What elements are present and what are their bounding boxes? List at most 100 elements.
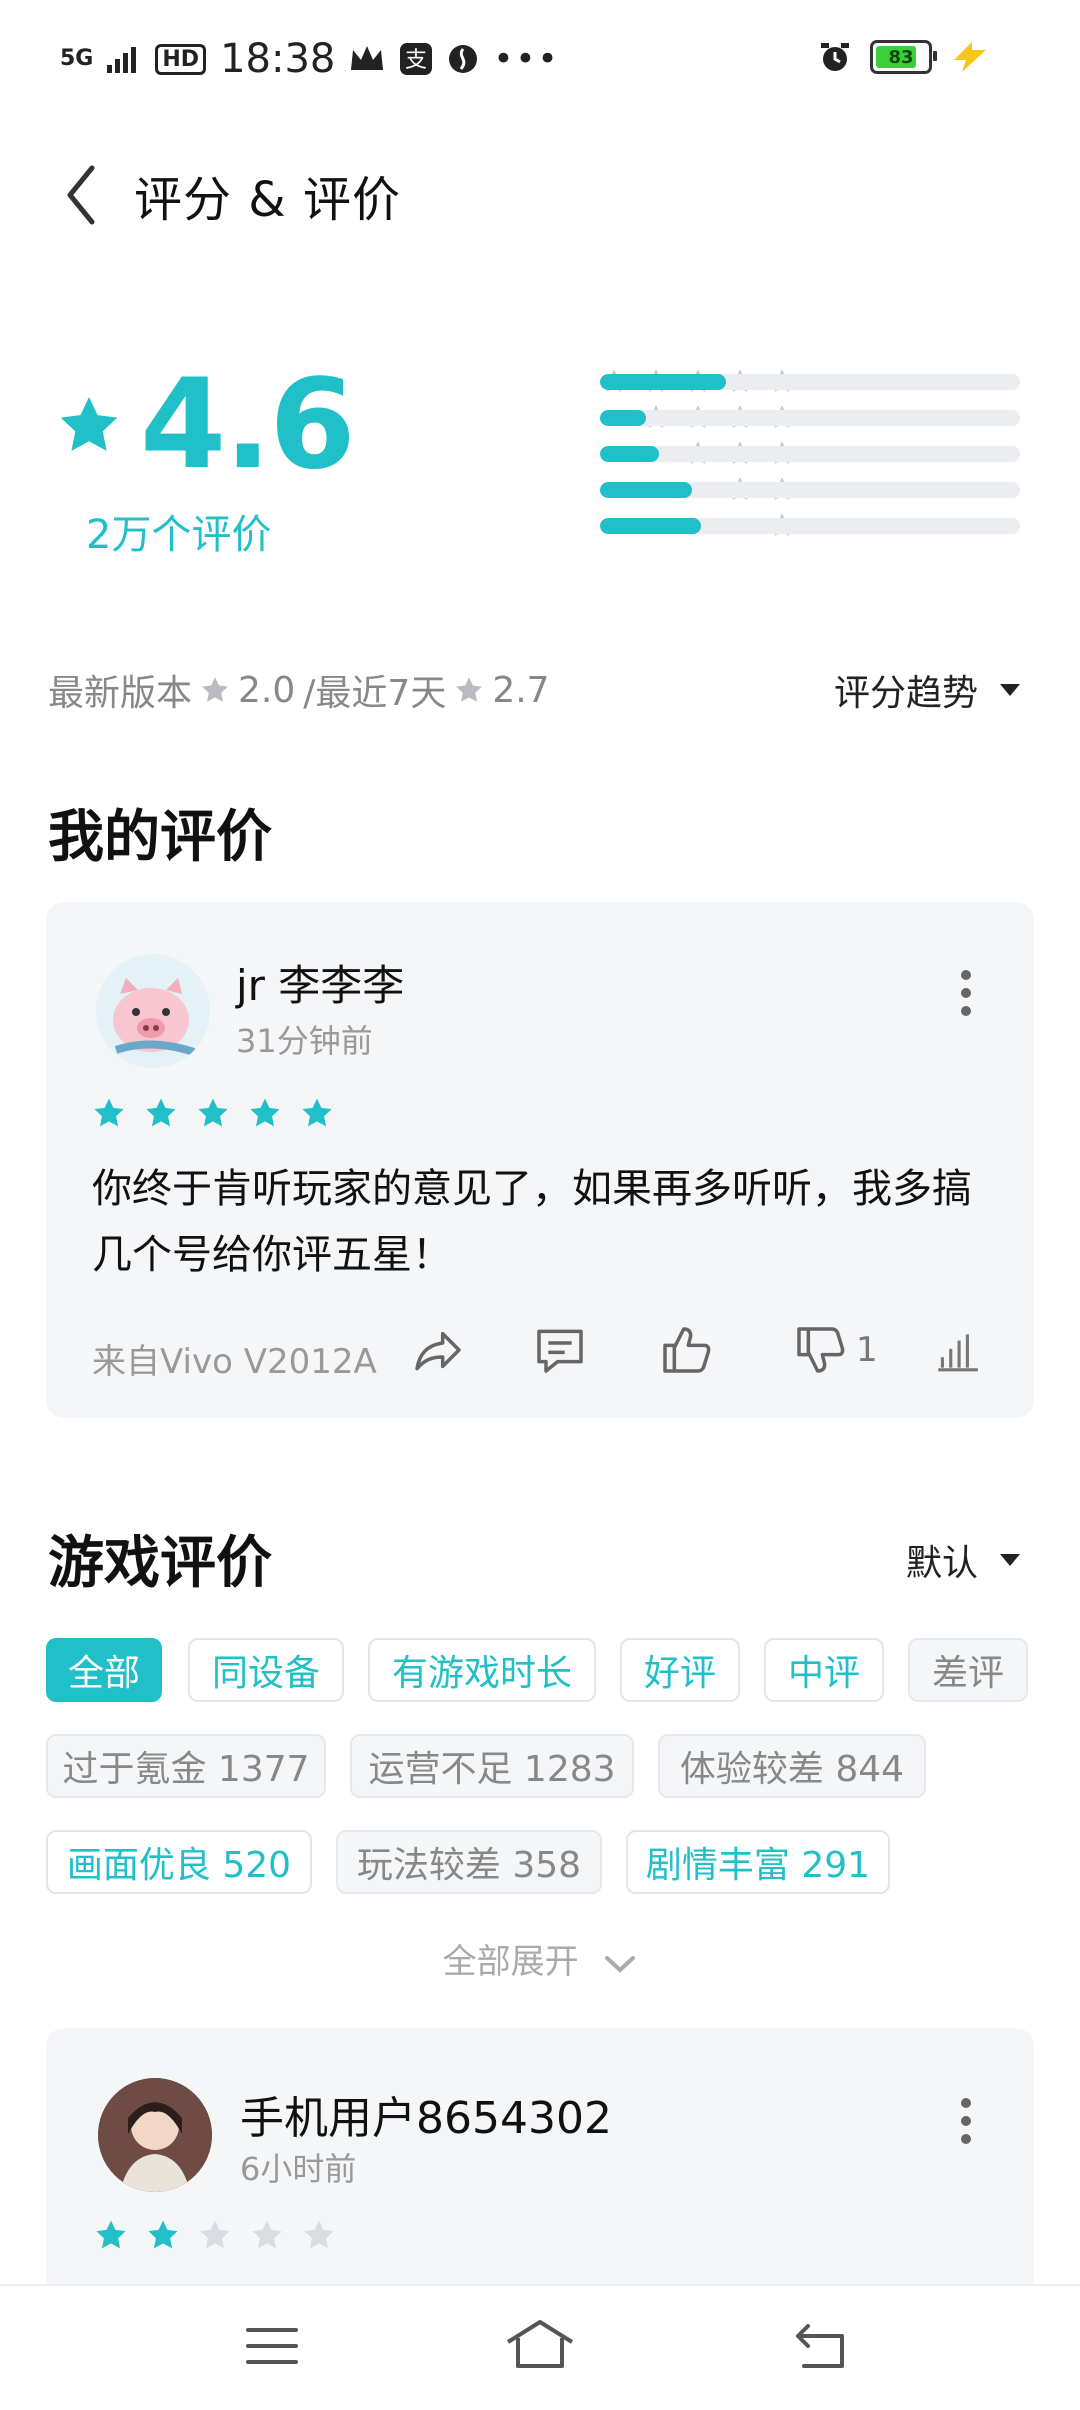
distribution-bar-5: [600, 374, 726, 390]
signal-icon: [107, 47, 137, 73]
star-icon: [202, 677, 228, 702]
back-nav-button[interactable]: [794, 2318, 850, 2378]
distribution-row-1: [380, 513, 1020, 538]
reviewer-name: 手机用户8654302: [240, 2093, 612, 2144]
status-bar: 5G HD 18:38 支 ••• 83: [0, 0, 1080, 120]
reviewer-name: jr 李李李: [236, 961, 405, 1010]
review-rating: [94, 2218, 336, 2252]
hd-badge: HD: [155, 43, 207, 75]
back-arrow-icon: [796, 2324, 844, 2368]
my-review-title: 我的评价: [48, 805, 272, 870]
distribution-row-3: [380, 441, 1020, 466]
rating-star-icon: [60, 396, 118, 451]
tag-positive[interactable]: 好评: [620, 1638, 740, 1702]
average-score: 4.6: [140, 353, 356, 497]
comment-icon: [537, 1329, 583, 1373]
back-button[interactable]: [62, 160, 102, 230]
distribution-bar-4: [600, 410, 647, 426]
bar-chart-icon: [938, 1334, 978, 1372]
star-icon: [96, 2220, 126, 2249]
star-icon: [198, 1098, 228, 1127]
game-reviews-title: 游戏评价: [48, 1531, 272, 1596]
dislike-count: 1: [856, 1330, 878, 1370]
distribution-bar-1: [600, 518, 701, 534]
tag-same-device[interactable]: 同设备: [188, 1638, 344, 1702]
expand-label: 全部展开: [442, 1942, 579, 1982]
star-icon: [146, 1098, 176, 1127]
dislike-button[interactable]: 1: [792, 1322, 878, 1378]
expand-all-button[interactable]: 全部展开: [0, 1934, 1080, 1983]
page-title: 评分 & 评价: [134, 172, 401, 228]
tag-topic[interactable]: 体验较差 844: [658, 1734, 926, 1798]
recent-label: /最近7天: [303, 673, 447, 714]
distribution-row-4: [380, 405, 1020, 430]
tag-topic[interactable]: 过于氪金 1377: [46, 1734, 326, 1798]
review-card: 手机用户8654302 6小时前: [46, 2028, 1034, 2328]
review-text: 你终于肯听玩家的意见了，如果再多听听，我多搞几个号给你评五星！: [92, 1166, 972, 1278]
version-rating: 最新版本 2.0 /最近7天 2.7: [48, 664, 550, 716]
rating-trend-dropdown[interactable]: 评分趋势: [834, 664, 1020, 716]
menu-icon: [246, 2328, 298, 2364]
review-time: 31分钟前: [236, 1022, 373, 1060]
device-info: 来自Vivo V2012A: [92, 1342, 377, 1382]
status-left: 5G HD 18:38 支 •••: [60, 36, 560, 82]
comment-button[interactable]: [532, 1322, 588, 1378]
tag-topic[interactable]: 运营不足 1283: [350, 1734, 634, 1798]
stats-button[interactable]: [932, 1326, 982, 1376]
home-button[interactable]: [504, 2316, 576, 2376]
thumbs-down-icon: [797, 1327, 845, 1373]
star-icon: [200, 2220, 230, 2249]
review-rating: [92, 1096, 334, 1130]
recent-score: 2.7: [492, 669, 550, 711]
star-icon: [252, 2220, 282, 2249]
distribution-row-5: [380, 369, 1020, 394]
user-avatar-icon: [98, 2078, 212, 2192]
trend-label: 评分趋势: [833, 673, 978, 714]
chevron-down-icon: [605, 1955, 636, 1973]
tag-neutral[interactable]: 中评: [764, 1638, 884, 1702]
chevron-left-icon: [67, 165, 95, 225]
system-nav-bar: [0, 2284, 1080, 2410]
more-notifications-icon: •••: [493, 39, 560, 79]
distribution-bar-2: [600, 482, 693, 498]
tag-has-playtime[interactable]: 有游戏时长: [368, 1638, 596, 1702]
sort-label: 默认: [905, 1543, 978, 1584]
crown-icon: [351, 46, 384, 70]
star-icon: [302, 1098, 332, 1127]
alarm-icon: [821, 43, 849, 71]
battery-icon: 83: [870, 40, 937, 74]
dropdown-arrow-icon: [1000, 684, 1020, 696]
dropdown-arrow-icon: [1000, 1554, 1020, 1566]
svg-text:支: 支: [405, 48, 427, 73]
network-indicator: 5G: [60, 46, 94, 71]
tag-all[interactable]: 全部: [46, 1638, 162, 1702]
avatar[interactable]: [98, 2078, 212, 2192]
review-time: 6小时前: [240, 2150, 357, 2188]
share-button[interactable]: [410, 1322, 466, 1378]
home-icon: [506, 2320, 574, 2368]
star-icon: [94, 1098, 124, 1127]
thumbs-up-icon: [663, 1327, 711, 1373]
avatar[interactable]: [96, 954, 210, 1068]
star-icon: [148, 2220, 178, 2249]
pig-avatar-icon: [96, 954, 210, 1068]
star-icon: [250, 1098, 280, 1127]
more-options-icon[interactable]: [960, 2090, 972, 2152]
sort-dropdown[interactable]: 默认: [906, 1534, 1020, 1586]
more-options-icon[interactable]: [960, 962, 972, 1024]
review-count: 2万个评价: [86, 512, 272, 558]
my-review-card: jr 李李李 31分钟前 你终于肯听玩家的意见了，如果再多听听，我多搞几个号给你…: [46, 902, 1034, 1418]
alipay-icon: 支: [400, 43, 433, 75]
version-label: 最新版本: [48, 673, 193, 714]
tag-topic[interactable]: 玩法较差 358: [336, 1830, 602, 1894]
tag-topic[interactable]: 剧情丰富 291: [626, 1830, 890, 1894]
star-icon: [456, 677, 483, 702]
menu-button[interactable]: [246, 2320, 298, 2376]
tag-negative[interactable]: 差评: [908, 1638, 1028, 1702]
share-icon: [415, 1331, 461, 1371]
version-score: 2.0: [238, 669, 296, 711]
like-button[interactable]: [658, 1322, 714, 1378]
distribution-bar-3: [600, 446, 659, 462]
status-right: 83: [818, 40, 990, 74]
tag-topic[interactable]: 画面优良 520: [46, 1830, 312, 1894]
